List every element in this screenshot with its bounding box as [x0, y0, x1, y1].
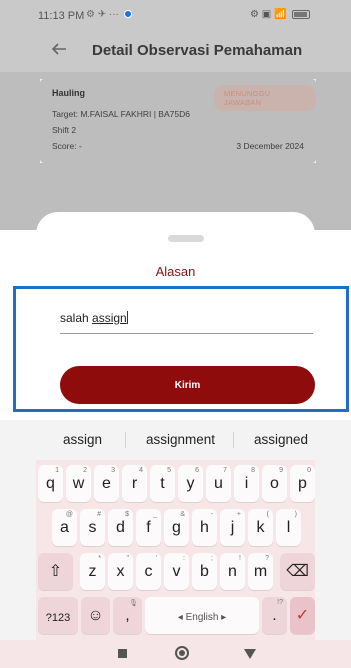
- suggestion-item[interactable]: assign: [63, 432, 102, 447]
- back-arrow-icon[interactable]: [50, 40, 68, 58]
- key-q[interactable]: 1q: [38, 465, 63, 502]
- key-l[interactable]: ) l: [276, 509, 301, 546]
- app-notification-icon: [123, 10, 132, 19]
- dim-overlay-left: [0, 72, 40, 163]
- key-s[interactable]: # s: [80, 509, 105, 546]
- checkmark-icon: ✓: [295, 607, 310, 624]
- shift-key[interactable]: ⇧: [38, 553, 73, 590]
- dim-overlay-right: [316, 72, 351, 163]
- status-bar: 11:13 PM ⚙ ✈ ··· ⚙ ▣ 📶: [0, 0, 351, 30]
- key-u[interactable]: 7u: [206, 465, 231, 502]
- status-right-icons: ⚙ ▣ 📶: [250, 9, 311, 20]
- observation-card[interactable]: Hauling MENUNGGU JAWABAN Target: M.FAISA…: [40, 79, 316, 163]
- dim-overlay-top: [0, 72, 351, 79]
- reason-input[interactable]: [60, 303, 313, 334]
- backspace-key[interactable]: ⌫: [280, 553, 315, 590]
- space-key[interactable]: ◂ English ▸: [145, 597, 259, 634]
- keyboard-margin-right: [315, 420, 351, 668]
- key-t[interactable]: 5t: [150, 465, 175, 502]
- key-m[interactable]: ? m: [248, 553, 273, 590]
- key-e[interactable]: 3e: [94, 465, 119, 502]
- card-score: Score: -: [52, 141, 82, 151]
- key-c[interactable]: ' c: [136, 553, 161, 590]
- enter-key[interactable]: ✓: [290, 597, 315, 634]
- suggestion-divider: [125, 432, 126, 448]
- key-f[interactable]: _ f: [136, 509, 161, 546]
- status-left-icons: ⚙ ✈ ···: [86, 9, 132, 20]
- page-title: Detail Observasi Pemahaman: [92, 42, 303, 59]
- suggestion-item[interactable]: assigned: [254, 432, 308, 447]
- key-b[interactable]: ; b: [192, 553, 217, 590]
- key-o[interactable]: 9o: [262, 465, 287, 502]
- key-n[interactable]: ! n: [220, 553, 245, 590]
- emoji-icon: ☺: [87, 607, 104, 624]
- card-target: Target: M.FAISAL FAKHRI | BA75D6: [52, 109, 190, 119]
- suggestion-divider: [233, 432, 234, 448]
- signal-icon: ⚙ ▣ 📶: [250, 9, 287, 20]
- top-app-bar: Detail Observasi Pemahaman: [0, 30, 351, 72]
- key-r[interactable]: 4r: [122, 465, 147, 502]
- key-y[interactable]: 6y: [178, 465, 203, 502]
- backspace-icon: ⌫: [286, 563, 309, 580]
- battery-icon: [292, 9, 311, 19]
- comma-key[interactable]: 🎙,: [113, 597, 142, 634]
- key-j[interactable]: + j: [220, 509, 245, 546]
- card-date: 3 December 2024: [236, 141, 304, 151]
- key-k[interactable]: (k: [248, 509, 273, 546]
- key-i[interactable]: 8i: [234, 465, 259, 502]
- key-h[interactable]: -h: [192, 509, 217, 546]
- recents-icon[interactable]: [118, 649, 127, 658]
- microphone-icon: 🎙: [129, 600, 138, 607]
- shift-icon: ⇧: [48, 563, 63, 580]
- status-time: 11:13 PM: [38, 10, 85, 22]
- key-p[interactable]: 0p: [290, 465, 315, 502]
- key-z[interactable]: * z: [80, 553, 105, 590]
- key-d[interactable]: $ d: [108, 509, 133, 546]
- symbols-key[interactable]: ?123: [38, 597, 78, 634]
- key-x[interactable]: " x: [108, 553, 133, 590]
- card-shift: Shift 2: [52, 125, 77, 135]
- key-g[interactable]: & g: [164, 509, 189, 546]
- suggestion-item[interactable]: assignment: [146, 432, 215, 447]
- keyboard-margin-left: [0, 420, 36, 668]
- period-key[interactable]: !?.: [262, 597, 287, 634]
- sheet-title: Alasan: [155, 264, 196, 279]
- key-v[interactable]: :v: [164, 553, 189, 590]
- emoji-key[interactable]: ☺: [81, 597, 110, 634]
- status-notification-icons: ⚙ ✈ ···: [86, 9, 119, 20]
- card-name: Hauling: [52, 88, 85, 98]
- key-a[interactable]: @ a: [52, 509, 77, 546]
- home-icon[interactable]: [175, 646, 189, 660]
- sheet-drag-handle[interactable]: [168, 235, 204, 242]
- back-icon[interactable]: [244, 649, 256, 659]
- status-badge: MENUNGGU JAWABAN: [214, 85, 316, 111]
- submit-button[interactable]: Kirim: [60, 366, 315, 404]
- key-w[interactable]: 2w: [66, 465, 91, 502]
